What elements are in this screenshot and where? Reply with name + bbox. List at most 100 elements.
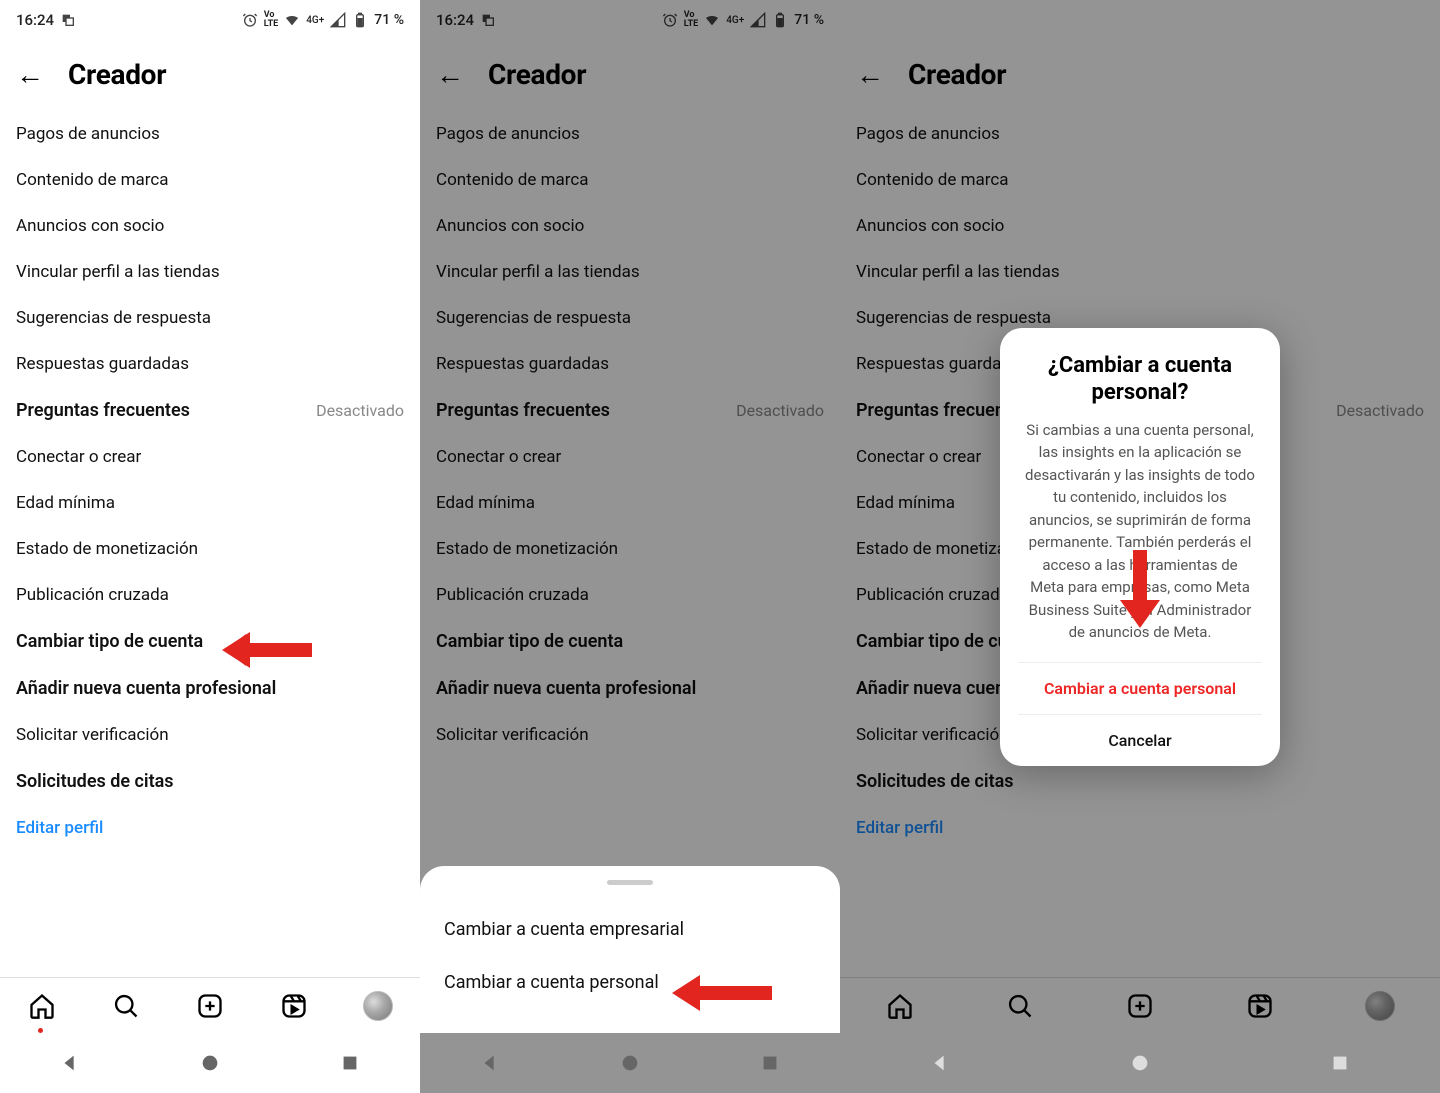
confirm-modal: ¿Cambiar a cuenta personal? Si cambias a… <box>1000 328 1280 766</box>
menu-item[interactable]: Publicación cruzada <box>436 572 824 618</box>
battery-icon <box>1372 12 1388 28</box>
network-label: 4G+ <box>306 15 324 26</box>
android-home-icon[interactable] <box>199 1052 221 1074</box>
menu-item[interactable]: Estado de monetización <box>436 526 824 572</box>
menu-item[interactable]: Edad mínima <box>16 480 404 526</box>
menu-item[interactable]: Contenido de marca <box>436 157 824 203</box>
tab-search[interactable] <box>1004 990 1036 1022</box>
edit-profile-link[interactable]: Editar perfil <box>16 805 404 851</box>
modal-cancel-button[interactable]: Cancelar <box>1018 714 1262 766</box>
modal-confirm-button[interactable]: Cambiar a cuenta personal <box>1018 662 1262 714</box>
menu-item-change-account-type[interactable]: Cambiar tipo de cuenta <box>16 618 404 665</box>
menu-item-change-account-type[interactable]: Cambiar tipo de cuenta <box>436 618 824 665</box>
avatar <box>1365 991 1395 1021</box>
menu-item[interactable]: Solicitar verificación <box>436 712 824 758</box>
menu-item[interactable]: Estado de monetización <box>16 526 404 572</box>
screenshot-icon <box>60 12 76 28</box>
menu-item[interactable]: Contenido de marca <box>856 157 1424 203</box>
menu-item-faq[interactable]: Preguntas frecuentes Desactivado <box>16 387 404 434</box>
tab-search[interactable] <box>110 990 142 1022</box>
android-nav-bar <box>840 1033 1440 1093</box>
alarm-icon <box>242 12 258 28</box>
menu-item[interactable]: Edad mínima <box>436 480 824 526</box>
menu-item[interactable]: Pagos de anuncios <box>436 111 824 157</box>
android-recents-icon[interactable] <box>1329 1052 1351 1074</box>
wifi-icon <box>1304 12 1320 28</box>
menu-item[interactable]: Pagos de anuncios <box>856 111 1424 157</box>
page-title: Creador <box>68 58 166 91</box>
menu-item[interactable]: Sugerencias de respuesta <box>16 295 404 341</box>
tab-create[interactable] <box>194 990 226 1022</box>
menu-item[interactable]: Pagos de anuncios <box>16 111 404 157</box>
back-arrow-icon[interactable]: ← <box>16 61 44 89</box>
page-title: Creador <box>908 58 1006 91</box>
android-home-icon[interactable] <box>619 1052 641 1074</box>
screenshot-icon <box>480 12 496 28</box>
wifi-icon <box>704 12 720 28</box>
back-arrow-icon[interactable]: ← <box>856 61 884 89</box>
signal-icon <box>750 12 766 28</box>
tab-profile[interactable] <box>1364 990 1396 1022</box>
settings-menu: Pagos de anuncios Contenido de marca Anu… <box>0 111 420 851</box>
back-arrow-icon[interactable]: ← <box>436 61 464 89</box>
tab-home[interactable] <box>884 990 916 1022</box>
menu-item[interactable]: Conectar o crear <box>436 434 824 480</box>
screenshot-icon <box>900 12 916 28</box>
menu-item[interactable]: Vincular perfil a las tiendas <box>16 249 404 295</box>
menu-item[interactable]: Anuncios con socio <box>856 203 1424 249</box>
network-label: 4G+ <box>1326 15 1344 26</box>
android-home-icon[interactable] <box>1129 1052 1151 1074</box>
tab-create[interactable] <box>1124 990 1156 1022</box>
menu-item[interactable]: Anuncios con socio <box>436 203 824 249</box>
battery-icon <box>772 12 788 28</box>
volte-icon: VoLTE <box>1284 11 1299 29</box>
menu-item[interactable]: Vincular perfil a las tiendas <box>856 249 1424 295</box>
tab-reels[interactable] <box>278 990 310 1022</box>
annotation-arrow <box>222 630 312 670</box>
menu-item[interactable]: Publicación cruzada <box>16 572 404 618</box>
menu-item[interactable]: Conectar o crear <box>16 434 404 480</box>
tab-profile[interactable] <box>362 990 394 1022</box>
tab-reels[interactable] <box>1244 990 1276 1022</box>
android-nav-bar <box>420 1033 840 1093</box>
menu-item[interactable]: Contenido de marca <box>16 157 404 203</box>
battery-percent: 71 % <box>794 12 824 28</box>
android-recents-icon[interactable] <box>759 1052 781 1074</box>
alarm-icon <box>1262 12 1278 28</box>
status-bar: 16:24 VoLTE 4G+ 71 % <box>420 0 840 40</box>
screen-2: 16:24 VoLTE 4G+ 71 % ← Creador Pagos de … <box>420 0 840 1093</box>
status-badge: Desactivado <box>736 401 824 420</box>
menu-item[interactable]: Vincular perfil a las tiendas <box>436 249 824 295</box>
screen-1: 16:24 VoLTE 4G+ 71 % ← Creador Pagos de … <box>0 0 420 1093</box>
android-back-icon[interactable] <box>59 1052 81 1074</box>
edit-profile-link[interactable]: Editar perfil <box>856 805 1424 851</box>
sheet-option-business[interactable]: Cambiar a cuenta empresarial <box>444 903 816 956</box>
status-bar: 16:24 VoLTE 4G+ 71 % <box>840 0 1440 40</box>
menu-item[interactable]: Sugerencias de respuesta <box>436 295 824 341</box>
battery-percent: 71 % <box>1394 12 1424 28</box>
battery-percent: 71 % <box>374 12 404 28</box>
menu-item[interactable]: Solicitar verificación <box>16 712 404 758</box>
settings-menu: Pagos de anuncios Contenido de marca Anu… <box>420 111 840 758</box>
android-back-icon[interactable] <box>479 1052 501 1074</box>
wifi-icon <box>284 12 300 28</box>
alarm-icon <box>662 12 678 28</box>
menu-item[interactable]: Anuncios con socio <box>16 203 404 249</box>
status-time: 16:24 <box>16 11 54 29</box>
menu-item[interactable]: Respuestas guardadas <box>16 341 404 387</box>
screen-3: 16:24 VoLTE 4G+ 71 % ← Creador Pagos de … <box>840 0 1440 1093</box>
sheet-handle[interactable] <box>607 880 653 885</box>
signal-icon <box>1350 12 1366 28</box>
menu-item-add-pro-account[interactable]: Añadir nueva cuenta profesional <box>16 665 404 712</box>
android-back-icon[interactable] <box>929 1052 951 1074</box>
volte-icon: VoLTE <box>264 11 279 29</box>
menu-item-appointments[interactable]: Solicitudes de citas <box>16 758 404 805</box>
android-recents-icon[interactable] <box>339 1052 361 1074</box>
page-title: Creador <box>488 58 586 91</box>
menu-item[interactable]: Respuestas guardadas <box>436 341 824 387</box>
tab-home[interactable] <box>26 990 58 1022</box>
status-bar: 16:24 VoLTE 4G+ 71 % <box>0 0 420 40</box>
menu-item-faq[interactable]: Preguntas frecuentes Desactivado <box>436 387 824 434</box>
menu-item-add-pro-account[interactable]: Añadir nueva cuenta profesional <box>436 665 824 712</box>
annotation-arrow <box>1118 550 1162 628</box>
